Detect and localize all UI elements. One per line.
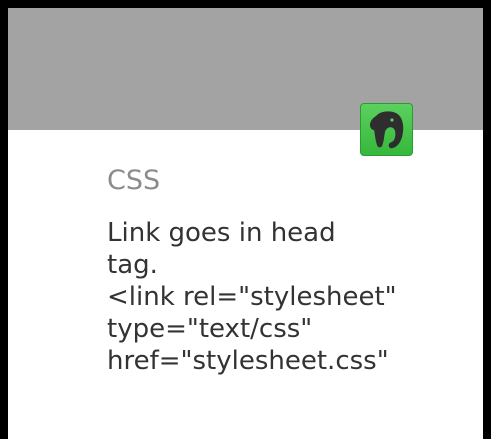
note-body: Link goes in head tag. <link rel="styles… xyxy=(107,218,397,376)
note-card[interactable]: CSS Link goes in head tag. <link rel="st… xyxy=(8,130,483,439)
note-title: CSS xyxy=(107,165,161,196)
evernote-app-icon[interactable] xyxy=(360,103,413,156)
elephant-icon xyxy=(370,111,404,149)
